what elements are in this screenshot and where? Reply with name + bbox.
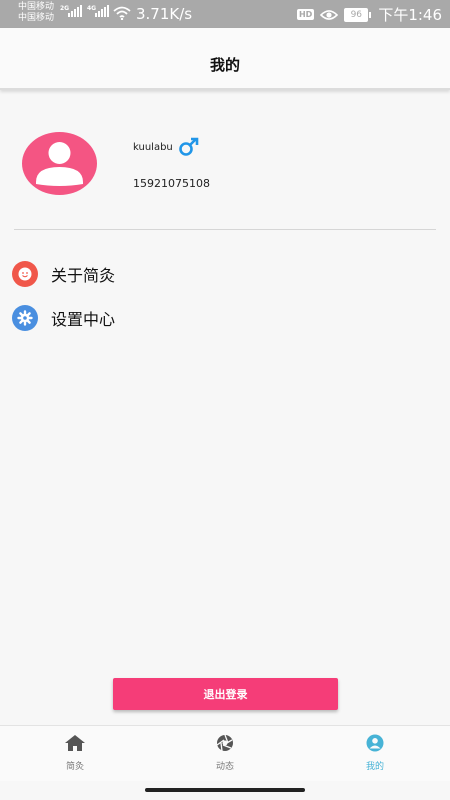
smile-icon xyxy=(12,261,38,287)
carrier-names: 中国移动 中国移动 xyxy=(18,2,54,24)
menu-label-about: 关于简灸 xyxy=(51,266,116,285)
signal-icon-2 xyxy=(95,5,109,17)
tab-mine[interactable]: 我的 xyxy=(335,734,415,772)
tab-home[interactable]: 简灸 xyxy=(35,734,115,772)
tab-feed[interactable]: 动态 xyxy=(185,734,265,772)
signal-icon xyxy=(68,5,82,17)
home-icon xyxy=(65,735,85,751)
menu-item-settings[interactable]: 设置中心 xyxy=(12,305,432,331)
profile-icon xyxy=(366,734,384,752)
menu-label-settings: 设置中心 xyxy=(51,310,116,329)
male-icon xyxy=(179,137,199,156)
status-bar: 中国移动 中国移动 2G 4G 3.71K/s HD 96 下午1:46 xyxy=(0,0,450,28)
aperture-icon xyxy=(216,734,233,752)
hd-icon: HD xyxy=(296,9,315,20)
logout-button[interactable]: 退出登录 xyxy=(113,678,338,710)
page-title: 我的 xyxy=(209,56,240,74)
eye-icon xyxy=(320,9,339,20)
phone-number: 15921075108 xyxy=(133,177,210,190)
menu-item-about[interactable]: 关于简灸 xyxy=(12,261,432,287)
username: kuulabu xyxy=(133,142,173,153)
user-silhouette-icon xyxy=(36,142,83,186)
network-speed: 3.71K/s xyxy=(136,5,193,23)
clock: 下午1:46 xyxy=(378,6,442,24)
app-header: 我的 xyxy=(0,28,450,90)
home-indicator xyxy=(145,788,305,792)
gear-icon xyxy=(12,305,38,331)
tab-label-home: 简灸 xyxy=(65,762,84,772)
battery-icon: 96 xyxy=(344,7,372,22)
bottom-nav: 简灸 动态 我的 xyxy=(0,725,450,781)
wifi-icon xyxy=(113,6,131,20)
avatar[interactable] xyxy=(22,132,97,195)
status-right: HD 96 下午1:46 xyxy=(296,4,442,25)
battery-level: 96 xyxy=(350,9,363,20)
tab-label-mine: 我的 xyxy=(365,762,384,772)
carrier-1: 中国移动 xyxy=(18,2,55,12)
tab-label-feed: 动态 xyxy=(215,762,234,772)
divider xyxy=(14,229,436,230)
carrier-2: 中国移动 xyxy=(18,13,55,23)
